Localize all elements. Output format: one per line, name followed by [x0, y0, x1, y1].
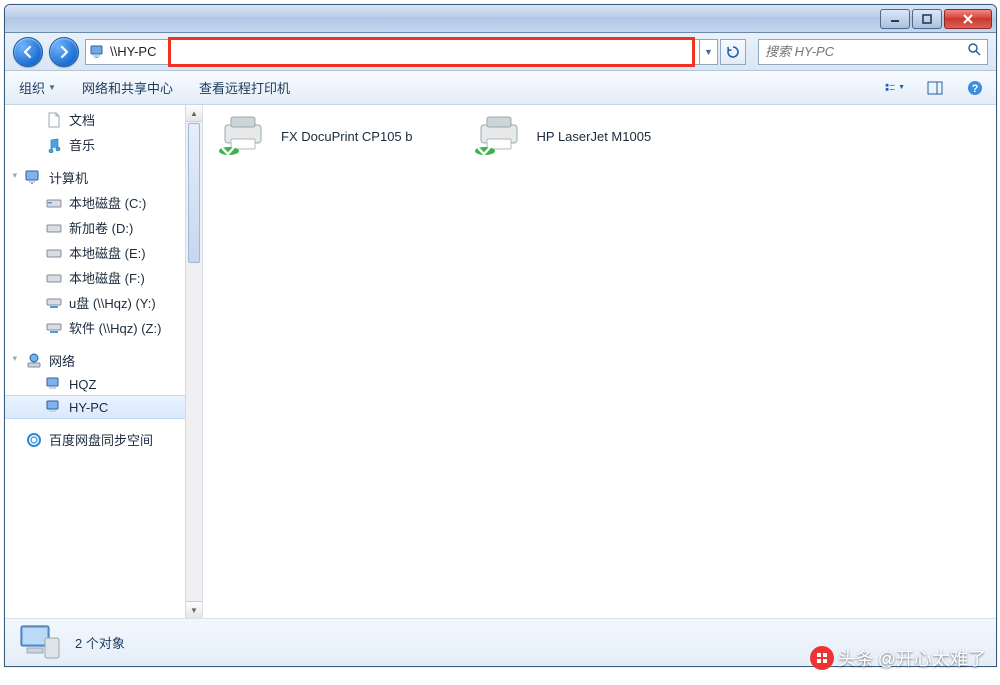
sidebar-item-drive-e[interactable]: 本地磁盘 (E:) [5, 240, 202, 265]
item-label: HP LaserJet M1005 [537, 129, 652, 144]
sidebar-group-network: ▸ 网络 HQZ HY-PC [5, 348, 202, 419]
sidebar-item-documents[interactable]: 文档 [5, 107, 202, 132]
item-printer-fx[interactable]: FX DocuPrint CP105 b [217, 115, 413, 157]
sidebar-item-netdrive-y[interactable]: u盘 (\\Hqz) (Y:) [5, 290, 202, 315]
drive-icon [45, 220, 63, 236]
status-text: 2 个对象 [75, 633, 125, 652]
sidebar-item-label: 软件 (\\Hqz) (Z:) [69, 318, 161, 337]
explorer-window: \\HY-PC ▼ 组织 ▼ 网络和共享中心 查看远程打印机 [4, 4, 997, 667]
back-button[interactable] [13, 37, 43, 67]
chevron-down-icon: ▼ [898, 84, 905, 91]
sidebar-item-label: HY-PC [69, 400, 108, 415]
navigation-bar: \\HY-PC ▼ [5, 33, 996, 71]
chevron-down-icon: ▼ [48, 83, 56, 92]
network-drive-icon [45, 295, 63, 311]
sidebar-item-label: HQZ [69, 377, 96, 392]
content-pane[interactable]: FX DocuPrint CP105 b HP LaserJet M1005 [203, 105, 996, 618]
sidebar-item-label: 本地磁盘 (C:) [69, 193, 146, 212]
drive-icon [45, 195, 63, 211]
printer-icon [217, 115, 269, 157]
sidebar-network-header[interactable]: ▸ 网络 [5, 348, 202, 373]
address-bar[interactable]: \\HY-PC [85, 39, 700, 65]
network-drive-icon [45, 320, 63, 336]
titlebar [5, 5, 996, 33]
computer-icon [45, 376, 63, 392]
sidebar-item-music[interactable]: 音乐 [5, 132, 202, 157]
printer-icon [473, 115, 525, 157]
search-icon [967, 42, 981, 61]
expand-icon: ▸ [10, 357, 21, 365]
sidebar-group-computer: ▸ 计算机 本地磁盘 (C:) 新加卷 (D:) 本地磁盘 (E:) [5, 165, 202, 340]
sidebar-item-drive-f[interactable]: 本地磁盘 (F:) [5, 265, 202, 290]
organize-menu[interactable]: 组织 ▼ [15, 76, 60, 99]
watermark-handle: @开心太难了 [878, 645, 986, 671]
sidebar-item-drive-d[interactable]: 新加卷 (D:) [5, 215, 202, 240]
view-remote-printers-label: 查看远程打印机 [199, 78, 290, 97]
sidebar-group-label: 网络 [49, 351, 75, 370]
sidebar-item-label: u盘 (\\Hqz) (Y:) [69, 293, 156, 312]
toolbar: 组织 ▼ 网络和共享中心 查看远程打印机 ▼ ? [5, 71, 996, 105]
sidebar-group-baidu: 百度网盘同步空间 [5, 427, 202, 452]
scroll-thumb[interactable] [188, 123, 200, 263]
view-options-button[interactable]: ▼ [884, 77, 906, 99]
watermark: 头条 @开心太难了 [810, 645, 986, 671]
view-remote-printers-button[interactable]: 查看远程打印机 [195, 76, 294, 99]
network-center-button[interactable]: 网络和共享中心 [78, 76, 177, 99]
organize-label: 组织 [19, 78, 45, 97]
forward-button[interactable] [49, 37, 79, 67]
address-text: \\HY-PC [110, 44, 156, 59]
sidebar-computer-header[interactable]: ▸ 计算机 [5, 165, 202, 190]
network-center-label: 网络和共享中心 [82, 78, 173, 97]
address-dropdown-button[interactable]: ▼ [700, 39, 718, 65]
refresh-button[interactable] [720, 39, 746, 65]
sidebar-item-label: 百度网盘同步空间 [49, 430, 153, 449]
drive-icon [45, 270, 63, 286]
computer-icon [90, 44, 106, 60]
svg-text:?: ? [972, 83, 979, 95]
address-highlight-box [168, 37, 695, 67]
scroll-up-button[interactable]: ▲ [186, 105, 202, 122]
sidebar-item-drive-c[interactable]: 本地磁盘 (C:) [5, 190, 202, 215]
sidebar-item-label: 新加卷 (D:) [69, 218, 133, 237]
drive-icon [45, 245, 63, 261]
sidebar-item-label: 音乐 [69, 135, 95, 154]
watermark-logo-icon [810, 646, 834, 670]
computer-icon [45, 399, 63, 415]
expand-icon: ▸ [10, 174, 21, 182]
help-button[interactable]: ? [964, 77, 986, 99]
computer-icon [25, 170, 43, 186]
item-printer-hp[interactable]: HP LaserJet M1005 [473, 115, 652, 157]
sidebar-item-label: 本地磁盘 (F:) [69, 268, 145, 287]
search-input[interactable] [765, 44, 962, 59]
close-button[interactable] [944, 9, 992, 29]
address-bar-container: \\HY-PC ▼ [85, 39, 746, 65]
sidebar-item-label: 本地磁盘 (E:) [69, 243, 146, 262]
scroll-down-button[interactable]: ▼ [186, 601, 202, 618]
music-icon [45, 137, 63, 153]
body: 文档 音乐 ▸ 计算机 本地磁盘 (C:) 新加卷 (D:) [5, 105, 996, 618]
item-label: FX DocuPrint CP105 b [281, 129, 413, 144]
search-box[interactable] [758, 39, 988, 65]
sidebar-item-label: 文档 [69, 110, 95, 129]
sidebar-item-hy-pc[interactable]: HY-PC [5, 395, 202, 419]
sidebar-item-netdrive-z[interactable]: 软件 (\\Hqz) (Z:) [5, 315, 202, 340]
document-icon [45, 112, 63, 128]
sidebar-baidu-item[interactable]: 百度网盘同步空间 [5, 427, 202, 452]
computer-large-icon [19, 624, 61, 662]
sidebar-group-label: 计算机 [49, 168, 88, 187]
minimize-button[interactable] [880, 9, 910, 29]
navigation-tree[interactable]: 文档 音乐 ▸ 计算机 本地磁盘 (C:) 新加卷 (D:) [5, 105, 203, 618]
sidebar-scrollbar[interactable]: ▲ ▼ [185, 105, 202, 618]
sidebar-item-hqz[interactable]: HQZ [5, 373, 202, 395]
sync-icon [25, 432, 43, 448]
watermark-prefix: 头条 [838, 645, 874, 671]
preview-pane-button[interactable] [924, 77, 946, 99]
maximize-button[interactable] [912, 9, 942, 29]
network-icon [25, 353, 43, 369]
